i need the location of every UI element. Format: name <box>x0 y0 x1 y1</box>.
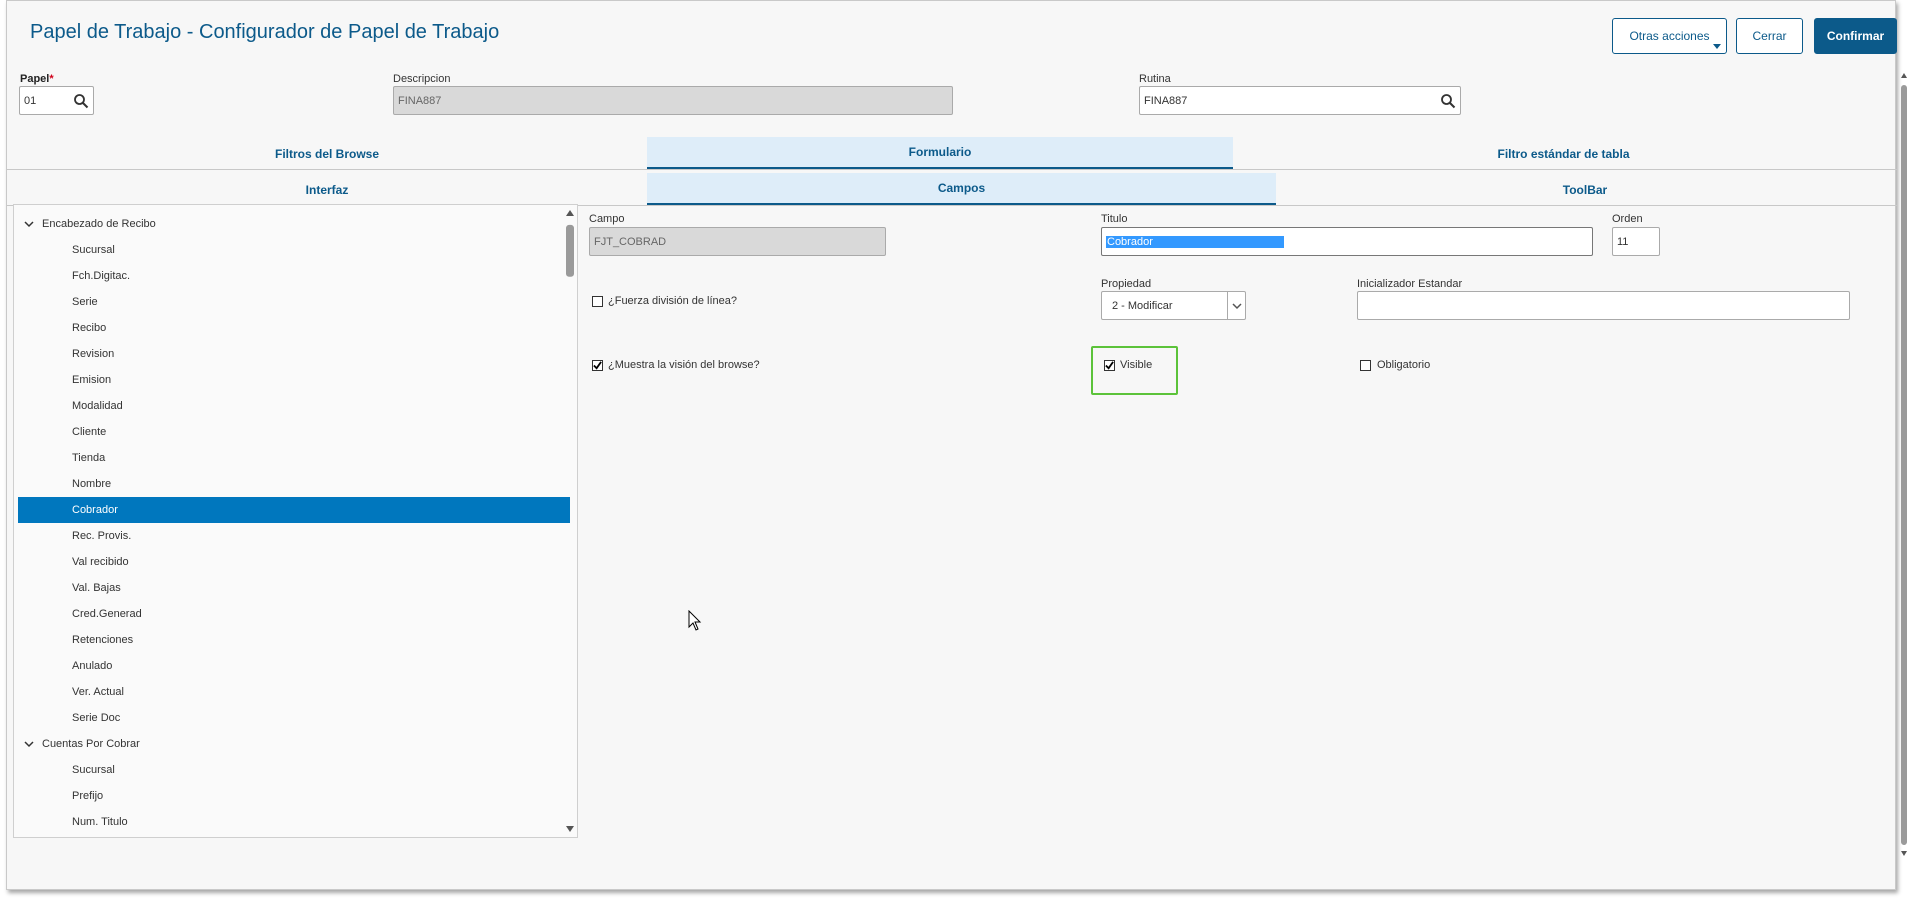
tree-item[interactable]: Serie Doc <box>18 705 570 731</box>
tree-item[interactable]: Emision <box>18 367 570 393</box>
fuerza-division-label: ¿Fuerza división de línea? <box>608 295 738 307</box>
tree-item-selected[interactable]: Cobrador <box>18 497 570 523</box>
tree-item[interactable]: Modalidad <box>18 393 570 419</box>
tree-item[interactable]: Cliente <box>18 419 570 445</box>
search-icon[interactable] <box>73 93 89 109</box>
tree-item[interactable]: Revision <box>18 341 570 367</box>
tree-item[interactable]: Val. Bajas <box>18 575 570 601</box>
propiedad-label: Propiedad <box>1101 278 1152 290</box>
tab-formulario[interactable]: Formulario <box>647 137 1233 169</box>
visible-label: Visible <box>1120 359 1153 371</box>
other-actions-button[interactable]: Otras acciones <box>1612 18 1727 54</box>
checkmark-icon <box>1105 361 1114 370</box>
tree-item[interactable]: Sucursal <box>18 757 570 783</box>
tab-filtros-browse[interactable]: Filtros del Browse <box>7 138 647 170</box>
propiedad-value: 2 - Modificar <box>1112 299 1173 312</box>
fields-tree[interactable]: Encabezado de Recibo Sucursal Fch.Digita… <box>13 204 578 838</box>
rutina-label: Rutina <box>1139 73 1171 85</box>
campo-field: FJT_COBRAD <box>589 227 886 256</box>
checkmark-icon <box>593 361 602 370</box>
tabs-divider <box>7 169 1897 170</box>
visible-checkbox[interactable] <box>1104 360 1115 371</box>
tree-item[interactable]: Anulado <box>18 653 570 679</box>
orden-label: Orden <box>1612 213 1643 225</box>
tree-group-label: Encabezado de Recibo <box>42 218 156 230</box>
page-title: Papel de Trabajo - Configurador de Papel… <box>30 21 500 43</box>
tree-item[interactable]: Sucursal <box>18 237 570 263</box>
papel-label-text: Papel <box>20 73 50 85</box>
papel-label: Papel* <box>20 73 54 85</box>
campo-label: Campo <box>589 213 625 225</box>
rutina-value: FINA887 <box>1144 94 1188 107</box>
inicializador-label: Inicializador Estandar <box>1357 278 1463 290</box>
obligatorio-label: Obligatorio <box>1377 359 1431 371</box>
tree-item[interactable]: Tienda <box>18 445 570 471</box>
titulo-input[interactable]: Cobrador <box>1101 227 1593 256</box>
titulo-value: Cobrador <box>1106 235 1284 248</box>
tree-item[interactable]: Recibo <box>18 315 570 341</box>
propiedad-select[interactable]: 2 - Modificar <box>1101 291 1246 320</box>
orden-value: 11 <box>1617 235 1629 248</box>
inicializador-input[interactable] <box>1357 291 1850 320</box>
search-icon[interactable] <box>1440 93 1456 109</box>
configurator-window: Papel de Trabajo - Configurador de Papel… <box>6 0 1907 890</box>
chevron-down-icon <box>1713 44 1721 49</box>
chevron-down-icon[interactable] <box>24 739 34 749</box>
tab-interfaz[interactable]: Interfaz <box>7 174 647 206</box>
descripcion-value: FINA887 <box>398 94 442 107</box>
descripcion-field: FINA887 <box>393 86 953 115</box>
required-marker: * <box>49 73 54 85</box>
tree-group-label: Cuentas Por Cobrar <box>42 738 140 750</box>
tree-item[interactable]: Val recibido <box>18 549 570 575</box>
chevron-down-icon[interactable] <box>24 219 34 229</box>
papel-input[interactable]: 01 <box>19 86 94 115</box>
tab-toolbar[interactable]: ToolBar <box>1276 174 1894 206</box>
close-button[interactable]: Cerrar <box>1736 18 1803 54</box>
tree-group-encabezado[interactable]: Encabezado de Recibo <box>18 211 570 237</box>
tab-campos[interactable]: Campos <box>647 173 1276 205</box>
titulo-label: Titulo <box>1101 213 1128 225</box>
chevron-down-icon[interactable] <box>1227 292 1245 319</box>
tree-item[interactable]: Num. Titulo <box>18 809 570 835</box>
campo-value: FJT_COBRAD <box>594 235 667 248</box>
mouse-cursor-icon <box>688 610 702 631</box>
confirm-button[interactable]: Confirmar <box>1814 18 1897 54</box>
tree-group-cuentas[interactable]: Cuentas Por Cobrar <box>18 731 570 757</box>
tree-item[interactable]: Retenciones <box>18 627 570 653</box>
tree-item[interactable]: Nombre <box>18 471 570 497</box>
fuerza-division-checkbox[interactable] <box>592 296 603 307</box>
tab-filtro-estandar[interactable]: Filtro estándar de tabla <box>1233 138 1894 170</box>
muestra-vision-checkbox[interactable] <box>592 360 603 371</box>
obligatorio-checkbox[interactable] <box>1360 360 1371 371</box>
papel-value: 01 <box>24 94 37 107</box>
main-scrollbar[interactable] <box>1899 69 1909 861</box>
tree-item[interactable]: Fch.Digitac. <box>18 263 570 289</box>
tree-item[interactable]: Rec. Provis. <box>18 523 570 549</box>
tree-item[interactable]: Serie <box>18 289 570 315</box>
tree-item[interactable]: Ver. Actual <box>18 679 570 705</box>
muestra-vision-label: ¿Muestra la visión del browse? <box>608 359 760 371</box>
tree-item[interactable]: Cred.Generad <box>18 601 570 627</box>
descripcion-label: Descripcion <box>393 73 451 85</box>
tree-item[interactable]: Prefijo <box>18 783 570 809</box>
orden-input[interactable]: 11 <box>1612 227 1660 256</box>
tree-scrollbar[interactable] <box>563 205 577 837</box>
rutina-input[interactable]: FINA887 <box>1139 86 1461 115</box>
other-actions-label: Otras acciones <box>1629 29 1710 43</box>
